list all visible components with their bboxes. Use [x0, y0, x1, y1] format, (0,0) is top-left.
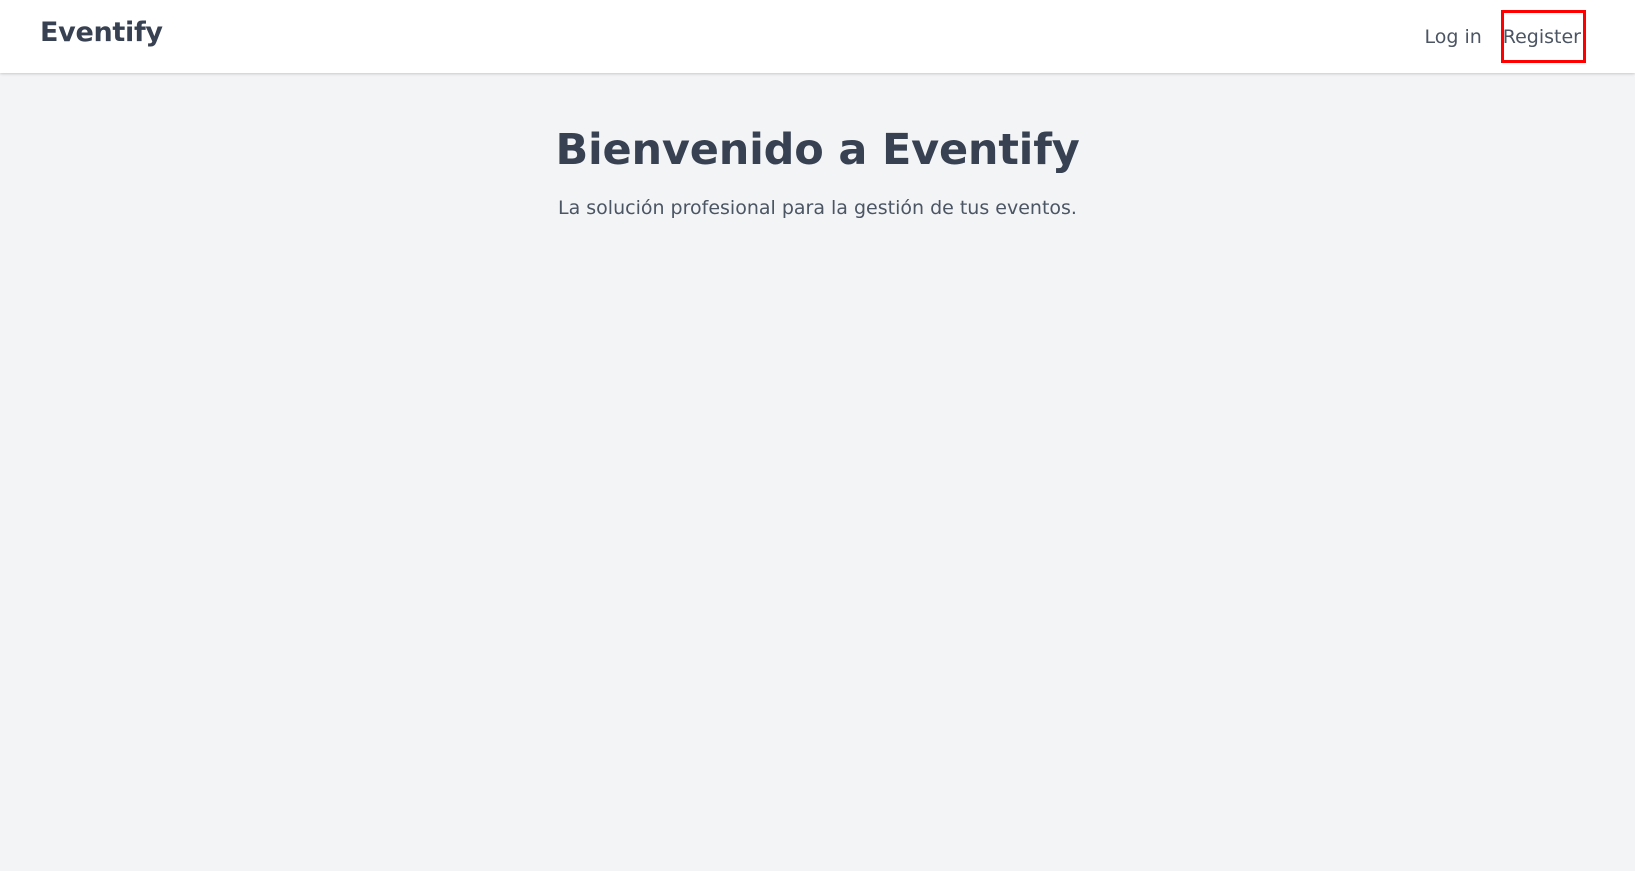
auth-nav: Log in Register — [1424, 0, 1635, 73]
page-subtitle: La solución profesional para la gestión … — [558, 197, 1077, 219]
page-title: Bienvenido a Eventify — [555, 125, 1080, 175]
register-link[interactable]: Register — [1503, 26, 1581, 48]
brand-logo-link[interactable]: Eventify — [40, 17, 163, 48]
top-navbar: Eventify Log in Register — [0, 0, 1635, 73]
main-content: Bienvenido a Eventify La solución profes… — [0, 73, 1635, 871]
login-link[interactable]: Log in — [1424, 26, 1481, 48]
